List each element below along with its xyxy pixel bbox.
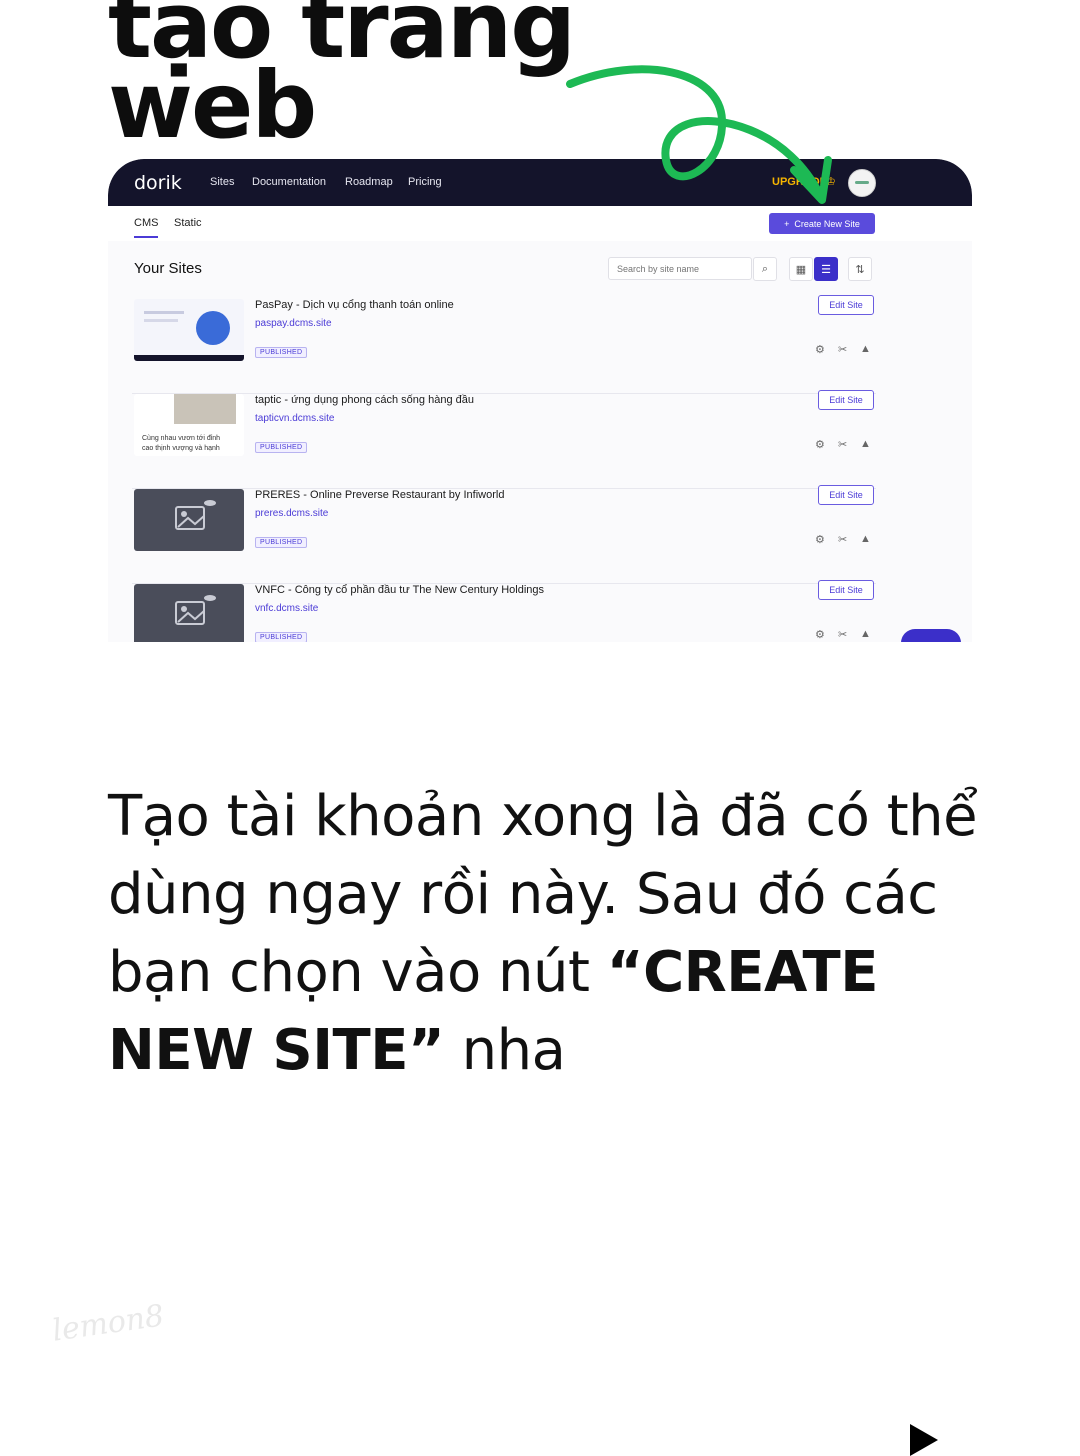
caption-part-2: nha <box>444 1018 566 1083</box>
edit-site-button[interactable]: Edit Site <box>818 580 874 600</box>
caption-text: Tạo tài khoản xong là đã có thể dùng nga… <box>108 778 988 1090</box>
status-badge: PUBLISHED <box>255 632 308 642</box>
site-title[interactable]: PasPay - Dịch vụ cổng thanh toán online <box>255 299 454 311</box>
analytics-icon[interactable]: ▲ <box>860 533 871 545</box>
next-arrow-icon[interactable] <box>910 1424 938 1456</box>
site-row-vnfc: VNFC - Công ty cổ phần đầu tư The New Ce… <box>132 580 876 642</box>
site-thumbnail[interactable] <box>134 299 244 361</box>
settings-icon[interactable]: ⚙ <box>815 533 825 546</box>
thumbnail-caption-line: cao thịnh vượng và hạnh <box>142 445 220 452</box>
status-badge: PUBLISHED <box>255 347 308 358</box>
site-url[interactable]: vnfc.dcms.site <box>255 603 318 614</box>
site-thumbnail[interactable] <box>134 584 244 642</box>
settings-icon[interactable]: ⚙ <box>815 343 825 356</box>
thumbnail-caption-line: Cùng nhau vươn tới đỉnh <box>142 435 221 442</box>
site-title[interactable]: PRERES - Online Preverse Restaurant by I… <box>255 489 504 501</box>
site-row-paspay: PasPay - Dịch vụ cổng thanh toán online … <box>132 295 876 394</box>
thumbnail-text-line <box>144 311 184 314</box>
analytics-icon[interactable]: ▲ <box>860 628 871 640</box>
site-row-taptic: Cùng nhau vươn tới đỉnh cao thịnh vượng … <box>132 390 876 489</box>
site-row-preres: PRERES - Online Preverse Restaurant by I… <box>132 485 876 584</box>
settings-icon[interactable]: ⚙ <box>815 438 825 451</box>
site-title[interactable]: VNFC - Công ty cổ phần đầu tư The New Ce… <box>255 584 544 596</box>
status-badge: PUBLISHED <box>255 442 308 453</box>
analytics-icon[interactable]: ▲ <box>860 343 871 355</box>
site-thumbnail[interactable] <box>134 489 244 551</box>
edit-site-button[interactable]: Edit Site <box>818 485 874 505</box>
site-title[interactable]: taptic - ứng dụng phong cách sống hàng đ… <box>255 394 474 406</box>
site-thumbnail[interactable]: Cùng nhau vươn tới đỉnh cao thịnh vượng … <box>134 394 244 456</box>
tools-icon[interactable]: ✂ <box>838 343 847 356</box>
site-url[interactable]: preres.dcms.site <box>255 508 328 519</box>
site-url[interactable]: paspay.dcms.site <box>255 318 332 329</box>
analytics-icon[interactable]: ▲ <box>860 438 871 450</box>
status-badge: PUBLISHED <box>255 537 308 548</box>
edit-site-button[interactable]: Edit Site <box>818 390 874 410</box>
tools-icon[interactable]: ✂ <box>838 533 847 546</box>
tools-icon[interactable]: ✂ <box>838 628 847 641</box>
image-placeholder-icon <box>175 500 216 530</box>
settings-icon[interactable]: ⚙ <box>815 628 825 641</box>
thumbnail-text-line <box>144 319 178 322</box>
image-placeholder-icon <box>175 595 216 625</box>
thumbnail-person-image <box>196 311 230 345</box>
lemon8-watermark: lemon8 <box>50 1298 167 1349</box>
tools-icon[interactable]: ✂ <box>838 438 847 451</box>
thumbnail-product-image <box>174 394 236 424</box>
chat-support-button[interactable] <box>901 629 961 642</box>
green-arrow-annotation <box>566 65 832 204</box>
site-url[interactable]: tapticvn.dcms.site <box>255 413 334 424</box>
